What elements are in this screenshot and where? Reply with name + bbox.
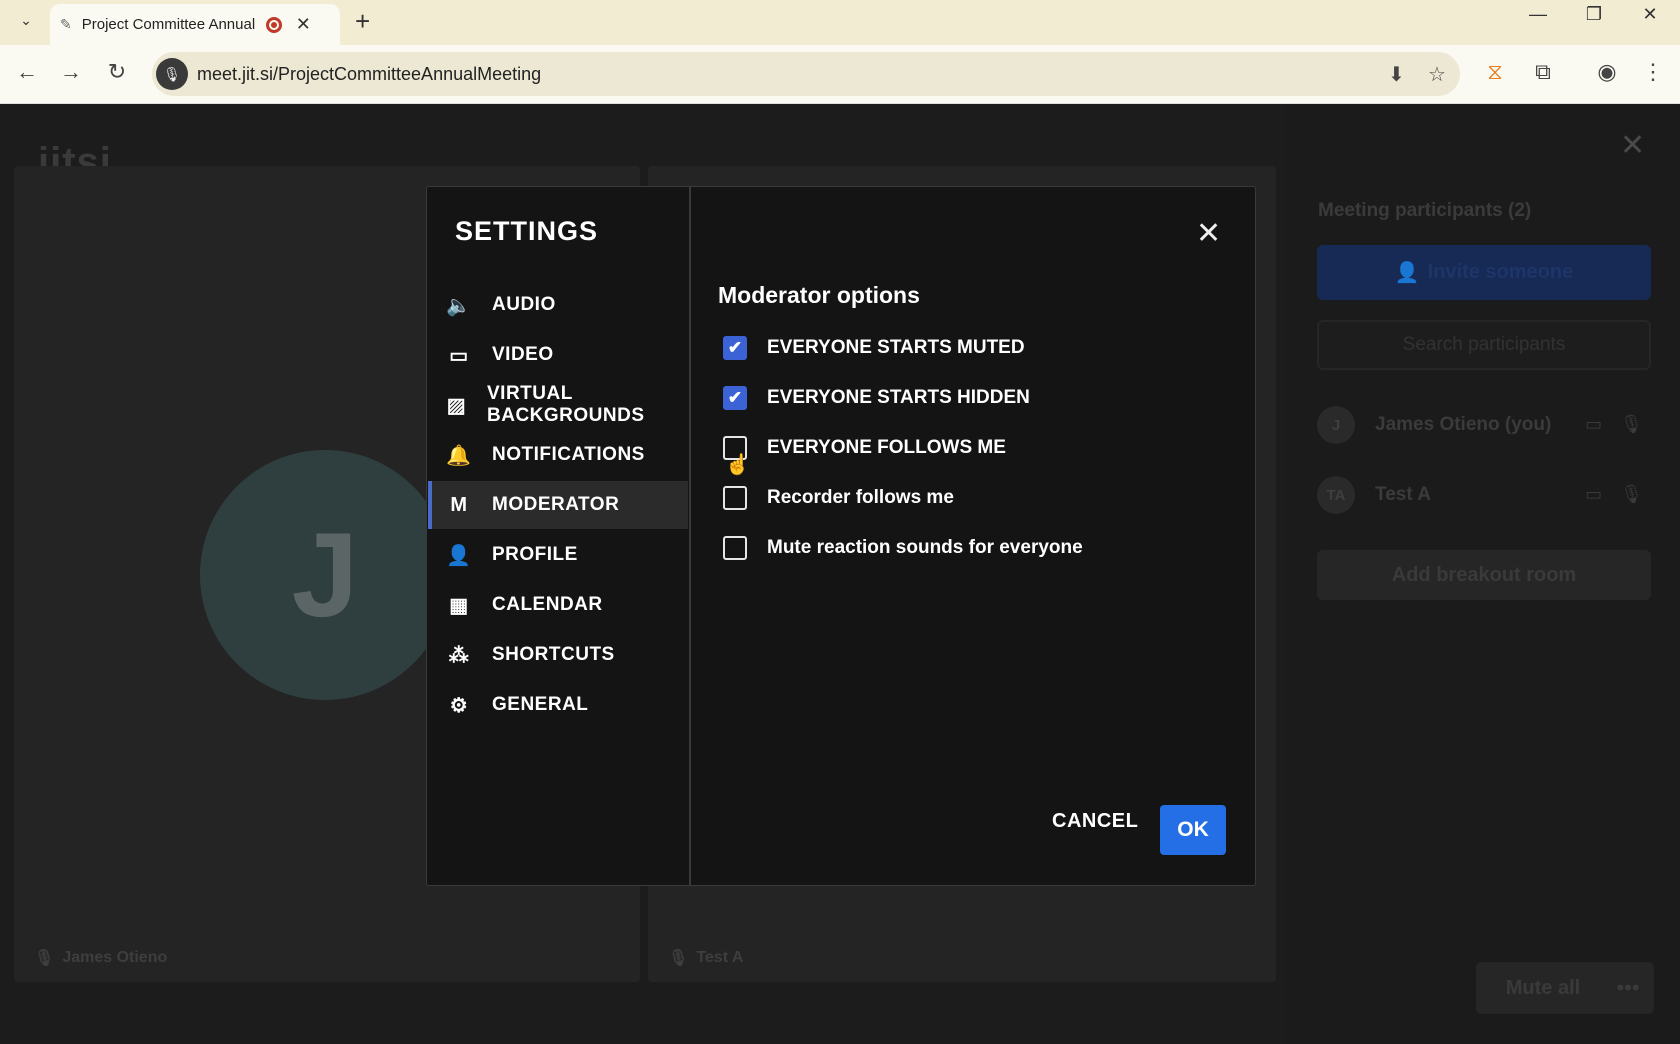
- participant-name: James Otieno (you): [1375, 414, 1552, 435]
- search-participants-input[interactable]: Search participants: [1317, 320, 1651, 370]
- browser-toolbar: ← → ↻ 🎙 meet.jit.si/ProjectCommitteeAnnu…: [0, 45, 1680, 104]
- minimize-button[interactable]: —: [1518, 4, 1558, 25]
- settings-tab-audio[interactable]: 🔈 AUDIO: [428, 281, 688, 329]
- address-bar[interactable]: 🎙 meet.jit.si/ProjectCommitteeAnnualMeet…: [152, 52, 1460, 96]
- checkbox-unchecked-icon[interactable]: [723, 486, 747, 510]
- settings-tab-calendar[interactable]: ▦ CALENDAR: [428, 581, 688, 629]
- camera-off-icon: ▭: [1585, 414, 1603, 434]
- tab-close-icon[interactable]: ✕: [296, 14, 311, 35]
- tab-title: Project Committee Annual: [81, 16, 256, 33]
- participant-item[interactable]: J James Otieno (you) ▭ 🎙: [1317, 400, 1651, 450]
- recording-icon: [265, 16, 282, 33]
- mic-muted-icon: 🎙: [34, 950, 55, 967]
- video-icon: ▭: [449, 344, 469, 367]
- option-label: EVERYONE STARTS HIDDEN: [767, 387, 1030, 408]
- tab-label: PROFILE: [492, 544, 578, 565]
- option-label: EVERYONE FOLLOWS ME: [767, 437, 1006, 458]
- cancel-button[interactable]: CANCEL: [1052, 810, 1138, 833]
- option-everyone-starts-muted[interactable]: ✔ EVERYONE STARTS MUTED: [723, 333, 1025, 363]
- tile-name-label: James Otieno: [62, 949, 168, 966]
- settings-tab-notifications[interactable]: 🔔 NOTIFICATIONS: [428, 431, 688, 479]
- close-panel-icon[interactable]: ✕: [1620, 128, 1645, 163]
- reload-button[interactable]: ↻: [102, 59, 132, 85]
- tab-label: GENERAL: [492, 694, 589, 715]
- add-breakout-room-button[interactable]: Add breakout room: [1317, 550, 1651, 600]
- mouse-cursor-icon: ☝: [725, 454, 750, 476]
- invite-someone-button[interactable]: 👤 Invite someone: [1317, 245, 1651, 300]
- extensions-puzzle-icon[interactable]: ⧉: [1528, 59, 1558, 85]
- back-button[interactable]: ←: [12, 59, 42, 85]
- url-text: meet.jit.si/ProjectCommitteeAnnualMeetin…: [197, 64, 542, 84]
- new-tab-button[interactable]: +: [355, 6, 370, 37]
- settings-tab-moderator[interactable]: M MODERATOR: [428, 481, 688, 529]
- camera-off-icon: ▭: [1585, 484, 1603, 504]
- tab-label: NOTIFICATIONS: [492, 444, 645, 465]
- mute-all-button[interactable]: Mute all: [1476, 962, 1610, 1014]
- microphone-permission-icon[interactable]: 🎙: [156, 58, 188, 90]
- close-window-button[interactable]: ✕: [1630, 4, 1670, 25]
- ok-button[interactable]: OK: [1160, 805, 1226, 855]
- dialog-title: SETTINGS: [455, 216, 599, 246]
- restore-button[interactable]: ❐: [1574, 4, 1614, 25]
- settings-tab-virtual-backgrounds[interactable]: ▨ VIRTUAL BACKGROUNDS: [428, 381, 688, 429]
- participant-avatar: TA: [1317, 476, 1355, 514]
- option-label: Mute reaction sounds for everyone: [767, 537, 1083, 558]
- settings-tab-general[interactable]: ⚙ GENERAL: [428, 681, 688, 729]
- tab-label: MODERATOR: [492, 494, 620, 515]
- option-recorder-follows-me[interactable]: Recorder follows me: [723, 483, 954, 513]
- panel-title: Meeting participants (2): [1318, 200, 1532, 221]
- tile-name-label: Test A: [696, 949, 744, 966]
- invite-label: Invite someone: [1427, 261, 1574, 283]
- calendar-icon: ▦: [449, 594, 469, 617]
- bookmark-star-icon[interactable]: ☆: [1428, 62, 1446, 87]
- option-everyone-starts-hidden[interactable]: ✔ EVERYONE STARTS HIDDEN: [723, 383, 1030, 413]
- avatar: J: [200, 450, 450, 700]
- browser-tab-bar: ⌄ ✎ Project Committee Annual ✕ + — ❐ ✕: [0, 0, 1680, 45]
- speaker-icon: 🔈: [446, 294, 472, 317]
- tab-label: AUDIO: [492, 294, 556, 315]
- browser-menu-icon[interactable]: ⋮: [1638, 59, 1668, 85]
- jitsi-favicon-icon: ✎: [60, 16, 72, 32]
- browser-tab[interactable]: ✎ Project Committee Annual ✕: [50, 4, 340, 45]
- tab-search-icon[interactable]: ⌄: [12, 6, 40, 34]
- tab-label: CALENDAR: [492, 594, 603, 615]
- forward-button[interactable]: →: [56, 59, 86, 85]
- participant-name: Test A: [1375, 484, 1431, 505]
- profile-avatar-icon[interactable]: ◉: [1592, 59, 1622, 85]
- tab-label: VIDEO: [492, 344, 554, 365]
- install-app-icon[interactable]: ⬇: [1388, 62, 1405, 87]
- participant-item[interactable]: TA Test A ▭ 🎙: [1317, 470, 1651, 520]
- option-mute-reaction-sounds[interactable]: Mute reaction sounds for everyone: [723, 533, 1083, 563]
- person-icon: 👤: [446, 544, 472, 567]
- image-icon: ▨: [446, 394, 467, 417]
- checkbox-unchecked-icon[interactable]: [723, 536, 747, 560]
- option-everyone-follows-me[interactable]: EVERYONE FOLLOWS ME: [723, 433, 1006, 463]
- participant-avatar: J: [1317, 406, 1355, 444]
- settings-tab-profile[interactable]: 👤 PROFILE: [428, 531, 688, 579]
- moderator-icon: M: [450, 493, 468, 516]
- tab-label: VIRTUAL BACKGROUNDS: [487, 383, 645, 426]
- close-dialog-icon[interactable]: ✕: [1196, 216, 1221, 251]
- add-person-icon: 👤: [1394, 262, 1420, 284]
- settings-tab-video[interactable]: ▭ VIDEO: [428, 331, 688, 379]
- mic-off-icon: 🎙: [1620, 414, 1643, 434]
- more-options-icon[interactable]: •••: [1602, 962, 1654, 1014]
- section-title: Moderator options: [718, 282, 920, 308]
- tile-name-test-a: 🎙 Test A: [668, 948, 743, 968]
- checkbox-checked-icon[interactable]: ✔: [723, 386, 747, 410]
- settings-tab-shortcuts[interactable]: ⁂ SHORTCUTS: [428, 631, 688, 679]
- option-label: Recorder follows me: [767, 487, 954, 508]
- dialog-divider: [689, 186, 691, 886]
- checkbox-checked-icon[interactable]: ✔: [723, 336, 747, 360]
- gear-icon: ⚙: [449, 694, 469, 717]
- tab-label: SHORTCUTS: [492, 644, 615, 665]
- mic-muted-icon: 🎙: [668, 950, 689, 967]
- shortcuts-icon: ⁂: [448, 644, 470, 667]
- bell-icon: 🔔: [446, 444, 472, 467]
- mic-off-icon: 🎙: [1620, 484, 1643, 504]
- tile-name-james: 🎙 James Otieno: [34, 948, 167, 968]
- option-label: EVERYONE STARTS MUTED: [767, 337, 1025, 358]
- extension-icon[interactable]: ⧖: [1480, 59, 1510, 85]
